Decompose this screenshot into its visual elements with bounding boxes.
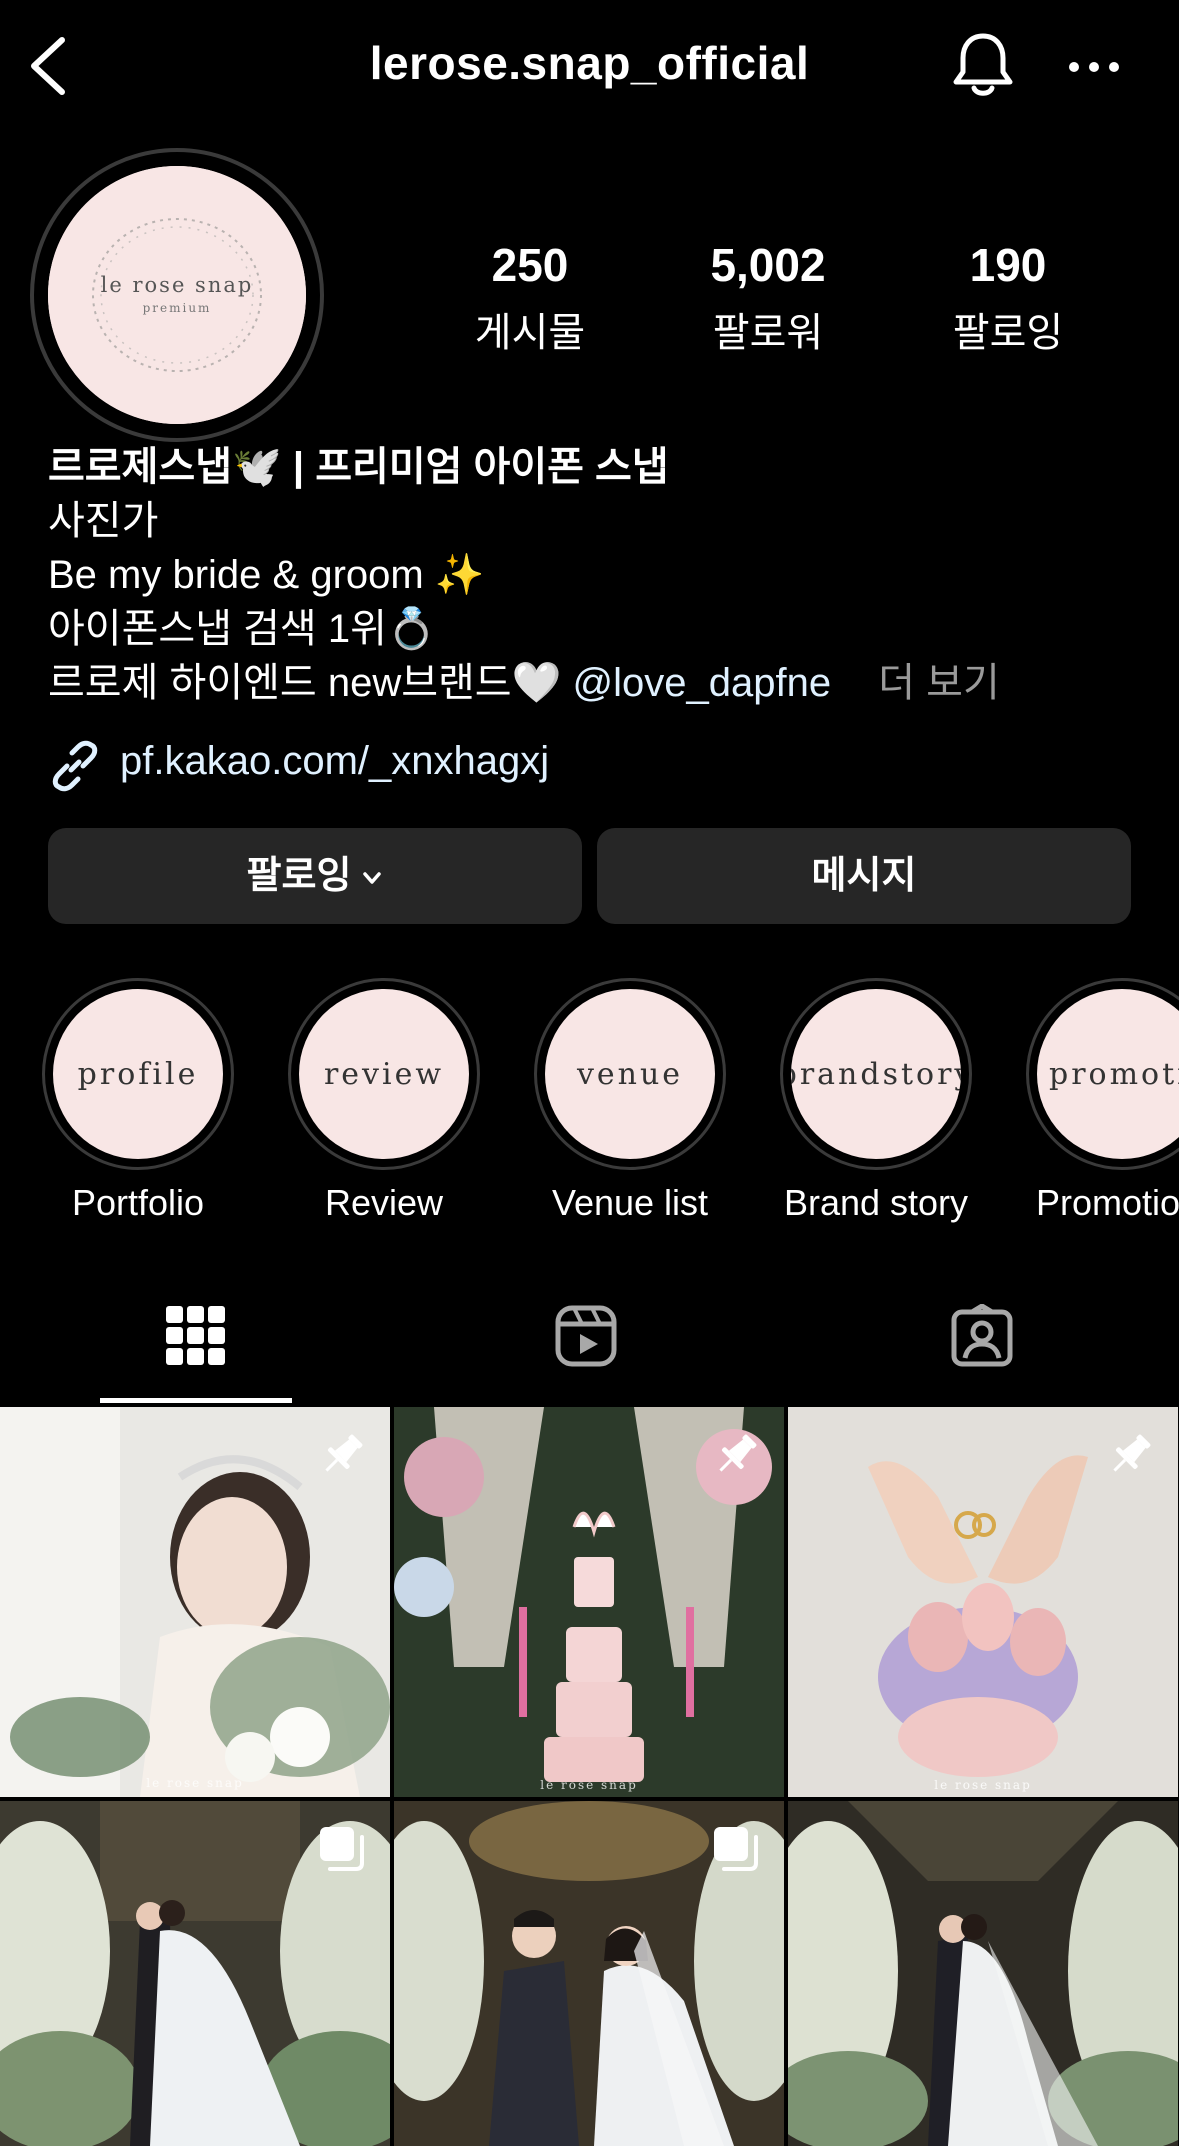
highlight-caption: Review	[324, 1182, 444, 1223]
pin-icon	[1113, 1434, 1151, 1472]
following-count-value: 190	[969, 239, 1047, 291]
message-button-label: 메시지	[811, 855, 917, 897]
post-watermark: le rose snap	[146, 1776, 244, 1790]
profile-bio: 르로제스냅🕊️ | 프리미엄 아이폰 스냅 사진가 Be my bride & …	[48, 440, 1148, 710]
carousel-icon	[714, 1827, 758, 1871]
back-arrow-icon[interactable]	[22, 32, 82, 100]
post-thumbnail[interactable]: le rose snap	[788, 1407, 1178, 1797]
post-thumbnail[interactable]	[0, 1801, 390, 2146]
tab-posts-grid[interactable]	[0, 1290, 393, 1406]
followers-count-label: 팔로워	[712, 311, 824, 355]
highlight-caption: Brand story	[783, 1182, 969, 1223]
profile-username: lerose.snap_official	[369, 37, 810, 89]
active-tab-indicator	[100, 1398, 292, 1403]
profile-display-name: 르로제스냅🕊️ | 프리미엄 아이폰 스냅	[48, 445, 669, 489]
posts-count[interactable]: 250 게시물	[420, 238, 640, 358]
highlight-cover: brandstory	[791, 989, 961, 1159]
highlight-promotion[interactable]: promotion Promotion	[1022, 978, 1179, 1224]
highlight-ring: review	[288, 978, 480, 1170]
posts-grid: le rose snap le rose snap le rose snap	[0, 1407, 1179, 2146]
highlight-ring: venue	[534, 978, 726, 1170]
profile-stats: 250 게시물 5,002 팔로워 190 팔로잉	[420, 238, 1140, 355]
bio-line: 아이폰스냅 검색 1위💍	[48, 607, 437, 651]
following-button-label: 팔로잉	[246, 855, 352, 897]
tab-reels[interactable]	[393, 1290, 786, 1406]
highlight-cover: profile	[53, 989, 223, 1159]
highlight-cover: venue	[545, 989, 715, 1159]
post-watermark: le rose snap	[934, 1778, 1032, 1792]
more-options-icon[interactable]	[1068, 52, 1120, 82]
highlight-caption: Venue list	[551, 1182, 709, 1223]
reels-icon	[555, 1305, 617, 1367]
bio-line-with-mention: 르로제 하이엔드 new브랜드🤍 @love_dapfne 더 보기	[48, 656, 1148, 710]
grid-icon	[166, 1306, 225, 1365]
highlight-venue-list[interactable]: venue Venue list	[530, 978, 730, 1224]
highlight-ring: profile	[42, 978, 234, 1170]
chevron-down-icon	[363, 872, 382, 884]
top-bar: lerose.snap_official	[0, 0, 1179, 130]
svg-text:premium: premium	[143, 301, 212, 315]
tagged-icon	[951, 1304, 1013, 1367]
highlight-caption: Promotion	[1036, 1182, 1179, 1223]
pin-icon	[719, 1434, 757, 1472]
following-count-label: 팔로잉	[952, 311, 1064, 355]
brand-logo: le rose snap premium	[48, 166, 306, 424]
followers-count-value: 5,002	[710, 239, 826, 291]
post-watermark: le rose snap	[540, 1778, 638, 1792]
bio-line: 르로제 하이엔드 new브랜드🤍	[48, 661, 562, 705]
highlight-portfolio[interactable]: profile Portfolio	[38, 978, 238, 1224]
message-button[interactable]: 메시지	[597, 828, 1131, 924]
highlight-ring: brandstory	[780, 978, 972, 1170]
post-thumbnail[interactable]: le rose snap	[0, 1407, 390, 1797]
highlight-cover: promotion	[1037, 989, 1179, 1159]
post-thumbnail[interactable]	[788, 1801, 1178, 2146]
post-thumbnail[interactable]	[394, 1801, 784, 2146]
link-icon	[52, 740, 98, 792]
avatar[interactable]: le rose snap premium	[48, 166, 306, 424]
posts-count-label: 게시물	[474, 311, 586, 355]
carousel-icon	[320, 1827, 364, 1871]
post-thumbnail[interactable]: le rose snap	[394, 1407, 784, 1797]
following-button[interactable]: 팔로잉	[48, 828, 582, 924]
following-count[interactable]: 190 팔로잉	[898, 238, 1118, 358]
posts-count-value: 250	[491, 239, 569, 291]
bio-link-url[interactable]: pf.kakao.com/_xnxhagxj	[120, 739, 549, 784]
see-more-link[interactable]: 더 보기	[878, 661, 1000, 705]
highlight-caption: Portfolio	[71, 1182, 205, 1223]
profile-category: 사진가	[48, 499, 159, 543]
highlight-brand-story[interactable]: brandstory Brand story	[776, 978, 976, 1224]
svg-text:le rose snap: le rose snap	[101, 273, 254, 297]
post-image	[788, 1801, 1178, 2146]
pin-icon	[325, 1434, 363, 1472]
notification-bell-icon[interactable]	[950, 30, 1016, 102]
bio-line: Be my bride & groom ✨	[48, 553, 485, 597]
highlight-ring: promotion	[1026, 978, 1179, 1170]
followers-count[interactable]: 5,002 팔로워	[658, 238, 878, 358]
highlight-review[interactable]: review Review	[284, 978, 484, 1224]
profile-tabs	[0, 1290, 1179, 1406]
highlight-cover: review	[299, 989, 469, 1159]
bio-mention-link[interactable]: @love_dapfne	[573, 661, 832, 705]
tab-tagged[interactable]	[786, 1290, 1179, 1406]
